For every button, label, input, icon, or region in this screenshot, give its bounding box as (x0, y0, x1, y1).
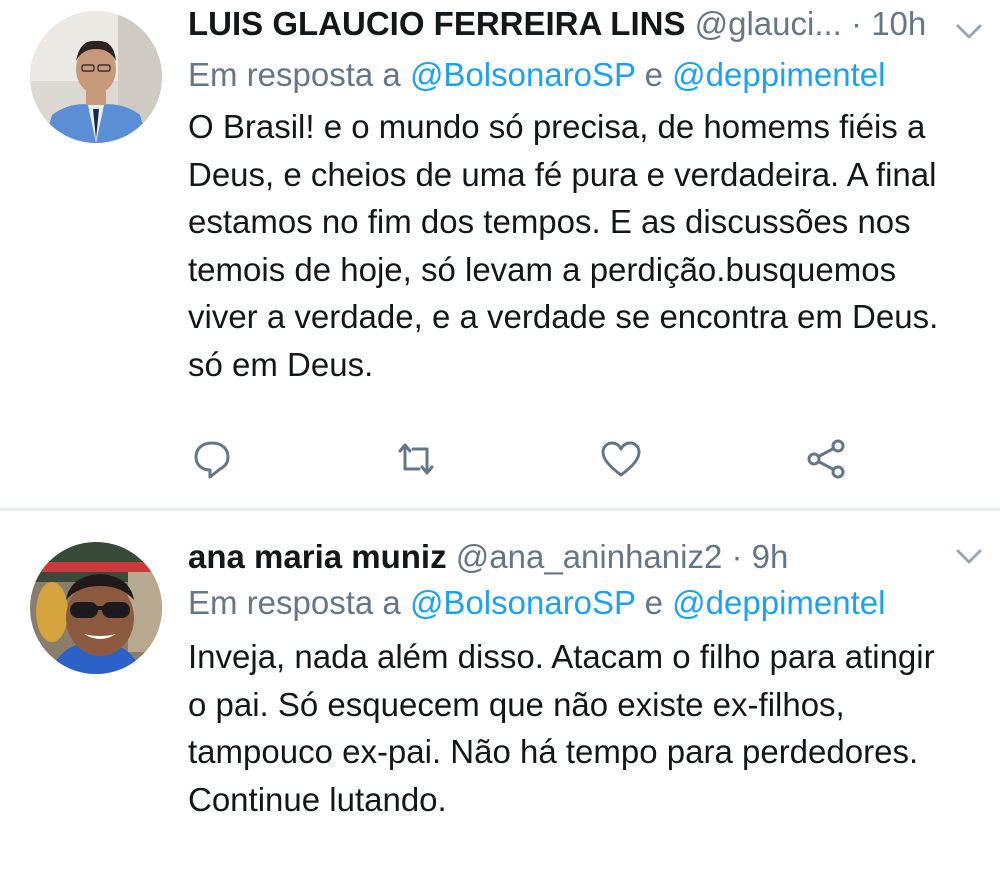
separator-dot: · (851, 5, 863, 42)
avatar-photo (30, 542, 162, 674)
mention-link[interactable]: @BolsonaroSP (410, 56, 636, 93)
tweet-text: Inveja, nada além disso. Atacam o filho … (188, 638, 935, 818)
tweet-divider (0, 508, 1000, 511)
retweet-icon[interactable] (394, 437, 438, 481)
tweet[interactable]: ana maria muniz @ana_aninhaniz2 · 9h Em … (0, 512, 1000, 875)
share-icon[interactable] (804, 437, 848, 481)
avatar[interactable] (30, 11, 162, 143)
tweet-header: LUIS GLAUCIO FERREIRA LINS @glauci... · … (188, 4, 926, 44)
tweet-text: O Brasil! e o mundo só precisa, de homem… (188, 108, 939, 383)
reply-prefix: Em resposta a (188, 56, 401, 93)
reply-conjunction: e (644, 56, 663, 93)
separator-dot: · (731, 538, 743, 575)
chevron-down-icon[interactable] (952, 14, 986, 48)
tweet-header: ana maria muniz @ana_aninhaniz2 · 9h (188, 537, 788, 577)
avatar-photo (30, 11, 162, 143)
user-handle[interactable]: @ana_aninhaniz2 (456, 538, 723, 575)
like-icon[interactable] (599, 437, 643, 481)
avatar[interactable] (30, 542, 162, 674)
chevron-down-icon[interactable] (952, 539, 986, 573)
reply-context: Em resposta a @BolsonaroSP e @deppimente… (188, 583, 885, 623)
tweet-actions (0, 437, 1000, 481)
mention-link[interactable]: @deppimentel (672, 56, 885, 93)
reply-context: Em resposta a @BolsonaroSP e @deppimente… (188, 55, 885, 95)
tweet[interactable]: LUIS GLAUCIO FERREIRA LINS @glauci... · … (0, 0, 1000, 508)
timestamp[interactable]: 10h (871, 5, 926, 42)
user-handle[interactable]: @glauci... (695, 5, 842, 42)
mention-link[interactable]: @BolsonaroSP (410, 584, 636, 621)
display-name[interactable]: LUIS GLAUCIO FERREIRA LINS (188, 5, 685, 42)
timestamp[interactable]: 9h (752, 538, 789, 575)
mention-link[interactable]: @deppimentel (672, 584, 885, 621)
display-name[interactable]: ana maria muniz (188, 538, 447, 575)
reply-icon[interactable] (190, 437, 234, 481)
reply-prefix: Em resposta a (188, 584, 401, 621)
reply-conjunction: e (644, 584, 663, 621)
